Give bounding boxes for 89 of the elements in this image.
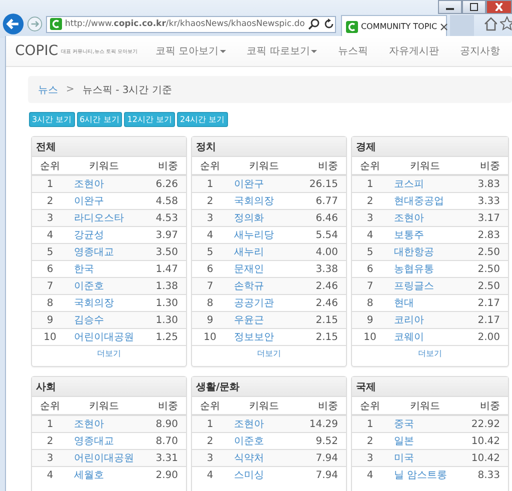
rank-cell: 10 (352, 328, 388, 345)
breadcrumb-link[interactable]: 뉴스 (38, 82, 58, 96)
keyword-link[interactable]: 중국 (394, 419, 414, 430)
rank-cell: 4 (352, 466, 388, 483)
keyword-link[interactable]: 농협유통 (394, 264, 434, 275)
time-range-button[interactable]: 6시간 보기 (76, 112, 122, 127)
keyword-link[interactable]: 보통주 (394, 230, 424, 241)
nav-link[interactable]: 공지사항 (460, 44, 500, 58)
ratio-cell: 2.90 (140, 466, 186, 483)
ratio-cell: 4.53 (140, 210, 186, 226)
rank-cell: 5 (192, 244, 228, 260)
logo[interactable]: COPIC (15, 43, 58, 59)
panel-title: 국제 (352, 377, 508, 397)
keyword-link[interactable]: 세월호 (74, 470, 104, 481)
keyword-link[interactable]: 강균성 (74, 230, 104, 241)
rank-cell: 7 (192, 278, 228, 294)
panel-title: 정치 (192, 137, 346, 157)
rank-cell: 3 (352, 450, 388, 466)
keyword-link[interactable]: 일본 (394, 436, 414, 447)
keyword-link[interactable]: 스미싱 (234, 470, 264, 481)
ratio-cell: 6.46 (300, 210, 346, 226)
keyword-link[interactable]: 코웨이 (394, 332, 424, 343)
keyword-link[interactable]: 어린이대공원 (74, 332, 134, 343)
keyword-link[interactable]: 국회의장 (74, 298, 114, 309)
rank-cell: 3 (32, 210, 68, 226)
ratio-cell: 2.17 (462, 312, 508, 328)
rank-cell: 4 (192, 466, 228, 483)
rank-cell: 5 (352, 244, 388, 260)
rank-cell: 9 (352, 312, 388, 328)
rank-cell: 7 (32, 278, 68, 294)
keyword-link[interactable]: 영종대교 (74, 436, 114, 447)
rank-cell: 3 (192, 450, 228, 466)
ratio-cell: 4.00 (300, 244, 346, 260)
panel-title: 전체 (32, 137, 186, 157)
rank-cell: 9 (192, 312, 228, 328)
ratio-cell: 10.42 (462, 450, 508, 466)
nav-link[interactable]: 코픽 모아보기 (156, 44, 219, 58)
ratio-cell: 2.15 (300, 312, 346, 328)
ratio-cell: 3.17 (462, 210, 508, 226)
ratio-cell: 8.33 (462, 466, 508, 483)
keyword-link[interactable]: 현대 (394, 298, 414, 309)
keyword-link[interactable]: 현대중공업 (394, 196, 444, 207)
panel-title: 사회 (32, 377, 186, 397)
breadcrumb-current: 뉴스픽 - 3시간 기준 (82, 84, 172, 96)
address-bar[interactable]: http://www.copic.co.kr/kr/khaosNews/khaosNewspic.do (46, 16, 336, 32)
ratio-cell: 3.50 (140, 244, 186, 260)
more-link[interactable]: 더보기 (257, 349, 281, 358)
ratio-cell: 7.94 (300, 466, 346, 483)
more-link[interactable]: 더보기 (418, 349, 442, 358)
ratio-cell: 1.30 (140, 312, 186, 328)
time-range-button[interactable]: 3시간 보기 (29, 112, 75, 127)
ratio-cell: 2.50 (462, 278, 508, 294)
browser-tab[interactable]: COMMUNITY TOPIC (340, 15, 447, 37)
ratio-cell: 2.50 (462, 244, 508, 260)
more-link[interactable]: 더보기 (97, 349, 121, 358)
nav-link[interactable]: 뉴스픽 (338, 44, 368, 58)
ratio-cell: 2.46 (300, 278, 346, 294)
time-range-button[interactable]: 24시간 보기 (177, 112, 228, 127)
keyword-link[interactable]: 공공기관 (234, 298, 274, 309)
rank-cell: 3 (32, 450, 68, 466)
breadcrumb-separator: > (66, 84, 74, 95)
rank-cell: 9 (32, 312, 68, 328)
ratio-cell: 7.94 (300, 450, 346, 466)
ratio-cell: 3.31 (140, 450, 186, 466)
nav-link[interactable]: 코픽 따로보기 (246, 44, 310, 58)
rank-cell: 3 (192, 210, 228, 226)
keyword-link[interactable]: 한국 (74, 264, 94, 275)
panel-title: 경제 (352, 137, 508, 157)
keyword-link[interactable]: 미국 (394, 453, 414, 464)
rank-cell: 7 (352, 278, 388, 294)
time-range-button[interactable]: 12시간 보기 (124, 112, 176, 127)
ratio-cell: 1.25 (140, 328, 186, 345)
keyword-link[interactable]: 정보보안 (234, 332, 274, 343)
keyword-link[interactable]: 문재인 (234, 264, 264, 275)
keyword-link[interactable]: 닐 암스트롱 (394, 470, 448, 481)
ratio-cell: 2.15 (300, 328, 346, 345)
keyword-link[interactable]: 이준호 (234, 436, 264, 447)
rank-cell: 10 (192, 328, 228, 345)
nav-link[interactable]: 자유게시판 (388, 44, 439, 58)
rank-cell: 3 (352, 210, 388, 226)
keyword-link[interactable]: 이완구 (74, 196, 104, 207)
rank-cell: 5 (32, 244, 68, 260)
rank-cell: 10 (32, 328, 68, 345)
rank-cell: 4 (32, 466, 68, 483)
ratio-cell: 1.38 (140, 278, 186, 294)
panel-title: 생활/문화 (192, 377, 346, 397)
ratio-cell: 2.00 (462, 328, 508, 345)
keyword-link[interactable]: 국회의장 (234, 196, 274, 207)
keyword-link[interactable]: 새누리당 (234, 230, 274, 241)
